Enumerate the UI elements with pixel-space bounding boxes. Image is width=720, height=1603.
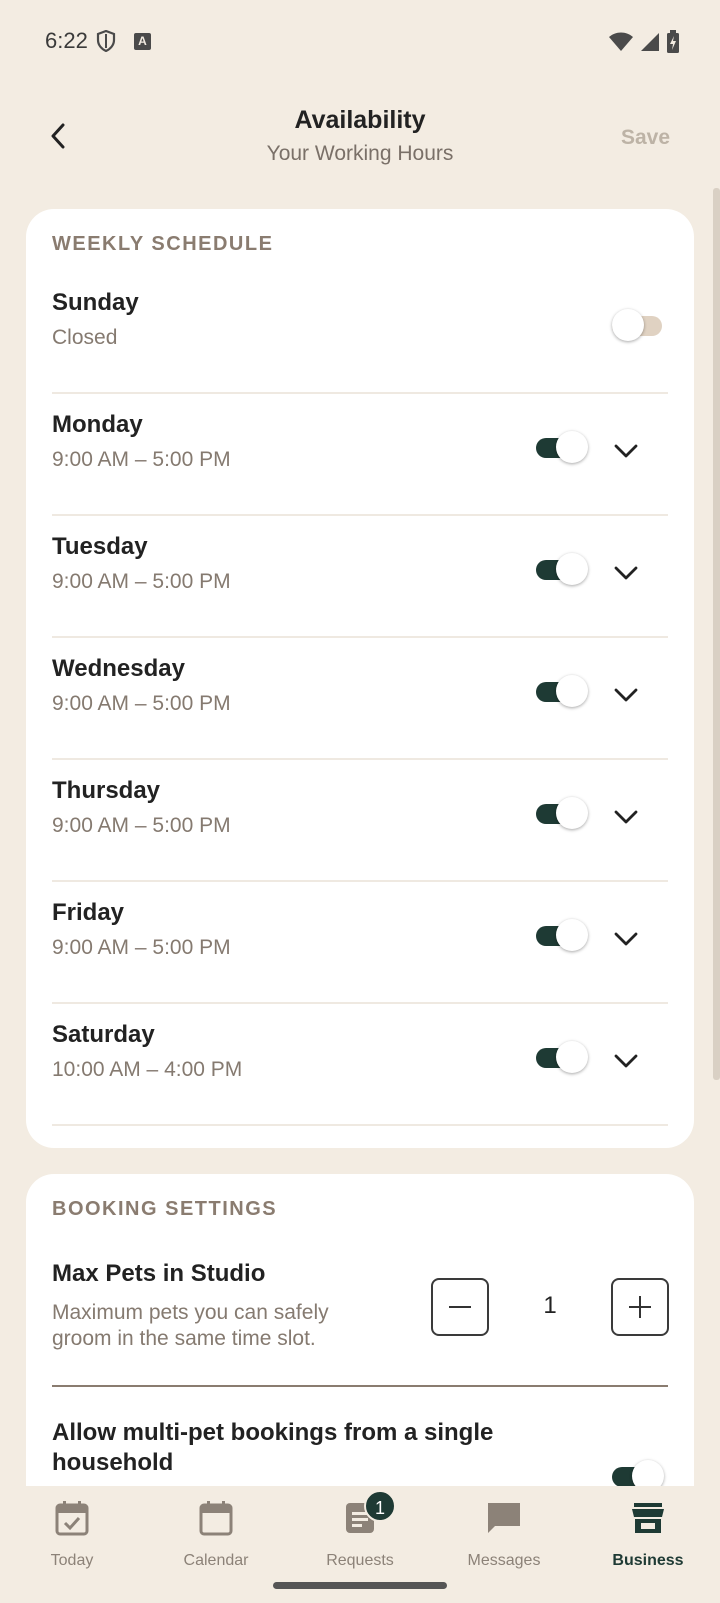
day-row-saturday[interactable]: Saturday 10:00 AM – 4:00 PM	[52, 1005, 668, 1126]
scrollbar[interactable]	[713, 188, 720, 1080]
day-row-monday[interactable]: Monday 9:00 AM – 5:00 PM	[52, 395, 668, 516]
chevron-down-icon[interactable]	[608, 799, 644, 835]
day-toggle-wednesday[interactable]	[536, 675, 588, 707]
app-header: Availability Your Working Hours Save	[0, 84, 720, 184]
nav-requests[interactable]: 1 Requests	[288, 1486, 432, 1576]
day-toggle-thursday[interactable]	[536, 797, 588, 829]
day-hours: 10:00 AM – 4:00 PM	[52, 1058, 243, 1081]
storefront-icon	[628, 1498, 668, 1538]
day-name: Friday	[52, 899, 125, 926]
chevron-down-icon[interactable]	[608, 555, 644, 591]
day-row-thursday[interactable]: Thursday 9:00 AM – 5:00 PM	[52, 761, 668, 882]
nav-label: Business	[612, 1552, 684, 1569]
requests-badge: 1	[364, 1490, 396, 1522]
day-hours: 9:00 AM – 5:00 PM	[52, 692, 231, 715]
nav-business[interactable]: Business	[576, 1486, 720, 1576]
chevron-down-icon[interactable]	[608, 1043, 644, 1079]
chevron-down-icon[interactable]	[608, 677, 644, 713]
nav-label: Today	[50, 1552, 94, 1569]
day-toggle-sunday[interactable]	[612, 309, 662, 341]
calendar-icon	[196, 1498, 236, 1538]
max-pets-title: Max Pets in Studio	[52, 1260, 266, 1287]
wifi-icon	[608, 32, 634, 57]
increment-button[interactable]	[611, 1278, 669, 1336]
plus-icon	[629, 1296, 651, 1318]
nav-label: Calendar	[183, 1552, 249, 1569]
day-toggle-monday[interactable]	[536, 431, 588, 463]
signal-icon	[640, 32, 660, 57]
status-bar: 6:22 A	[0, 0, 720, 84]
shield-icon	[96, 29, 116, 57]
multi-pet-title: Allow multi-pet bookings from a single h…	[52, 1419, 494, 1476]
max-pets-value: 1	[543, 1292, 557, 1319]
day-name: Wednesday	[52, 655, 185, 682]
day-hours: 9:00 AM – 5:00 PM	[52, 448, 231, 471]
day-name: Thursday	[52, 777, 161, 804]
save-button[interactable]: Save	[621, 126, 670, 150]
calendar-check-icon	[52, 1498, 92, 1538]
minus-icon	[449, 1306, 471, 1308]
day-hours: 9:00 AM – 5:00 PM	[52, 936, 231, 959]
decrement-button[interactable]	[431, 1278, 489, 1336]
nav-messages[interactable]: Messages	[432, 1486, 576, 1576]
nav-label: Requests	[326, 1552, 394, 1569]
page-title: Availability	[294, 106, 426, 134]
day-row-sunday[interactable]: Sunday Closed	[52, 273, 668, 394]
day-row-friday[interactable]: Friday 9:00 AM – 5:00 PM	[52, 883, 668, 1004]
day-hours: Closed	[52, 326, 118, 349]
day-row-wednesday[interactable]: Wednesday 9:00 AM – 5:00 PM	[52, 639, 668, 760]
day-hours: 9:00 AM – 5:00 PM	[52, 814, 231, 837]
day-name: Sunday	[52, 289, 139, 316]
chevron-down-icon[interactable]	[608, 433, 644, 469]
day-name: Monday	[52, 411, 143, 438]
status-icons	[608, 30, 680, 59]
home-indicator[interactable]	[273, 1582, 447, 1589]
message-icon	[484, 1498, 524, 1538]
section-label-weekly: WEEKLY SCHEDULE	[52, 233, 274, 255]
battery-icon	[666, 30, 680, 59]
weekly-schedule-card: WEEKLY SCHEDULE Sunday Closed Monday 9:0…	[26, 209, 694, 1148]
day-name: Tuesday	[52, 533, 148, 560]
day-row-tuesday[interactable]: Tuesday 9:00 AM – 5:00 PM	[52, 517, 668, 638]
day-toggle-saturday[interactable]	[536, 1041, 588, 1073]
nav-calendar[interactable]: Calendar	[144, 1486, 288, 1576]
day-hours: 9:00 AM – 5:00 PM	[52, 570, 231, 593]
status-time: 6:22	[45, 28, 88, 53]
day-toggle-friday[interactable]	[536, 919, 588, 951]
nav-today[interactable]: Today	[0, 1486, 144, 1576]
nav-label: Messages	[467, 1552, 541, 1569]
keyboard-a-icon: A	[134, 33, 151, 50]
section-label-booking: BOOKING SETTINGS	[52, 1198, 278, 1220]
page-subtitle: Your Working Hours	[266, 142, 454, 165]
max-pets-description: Maximum pets you can safely groom in the…	[52, 1301, 329, 1350]
chevron-down-icon[interactable]	[608, 921, 644, 957]
day-toggle-tuesday[interactable]	[536, 553, 588, 585]
day-name: Saturday	[52, 1021, 155, 1048]
divider	[52, 1385, 668, 1387]
